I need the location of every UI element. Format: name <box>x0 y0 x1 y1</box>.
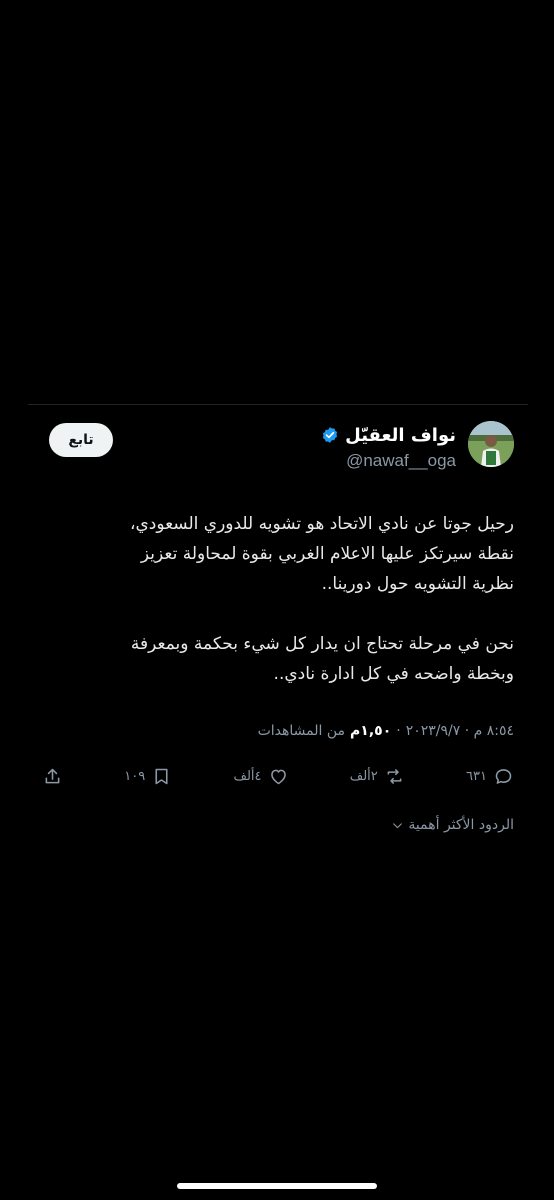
action-bar: ٦٣١ ٢ألف ٤ألف ١٠٩ <box>42 761 514 791</box>
tweet-line: نظرية التشويه حول دورينا.. <box>321 574 514 594</box>
views-label: من المشاهدات <box>257 723 346 739</box>
bookmark-button[interactable]: ١٠٩ <box>124 766 172 787</box>
reply-icon <box>495 768 512 784</box>
reply-count: ٦٣١ <box>466 768 487 784</box>
reply-button[interactable]: ٦٣١ <box>466 766 514 787</box>
avatar[interactable] <box>468 421 514 467</box>
tweet-line: نقطة سيرتكز عليها الاعلام الغربي بقوة لم… <box>140 544 514 564</box>
retweet-count: ٢ألف <box>349 768 378 784</box>
replies-sort-dropdown[interactable]: الردود الأكثر أهمية <box>391 817 514 833</box>
tweet-line: وبخطة واضحه في كل ادارة نادي.. <box>273 664 514 684</box>
like-count: ٤ألف <box>233 768 262 784</box>
author-name[interactable]: نواف العقيّل <box>345 425 456 446</box>
share-icon <box>45 768 60 783</box>
follow-button[interactable]: تابع <box>49 423 113 457</box>
tweet-card: نواف العقيّل @nawaf__oga تابع رحيل جوتا … <box>28 405 528 845</box>
views-count: ١,٥٠م <box>350 723 392 739</box>
author-name-row: نواف العقيّل <box>321 423 456 447</box>
retweet-icon <box>387 768 402 784</box>
replies-sort-label: الردود الأكثر أهمية <box>408 817 514 833</box>
bookmark-count: ١٠٩ <box>124 768 146 784</box>
chevron-down-icon <box>393 822 403 828</box>
author-handle[interactable]: @nawaf__oga <box>321 451 456 471</box>
home-indicator[interactable] <box>177 1183 377 1189</box>
share-button[interactable] <box>42 766 63 787</box>
tweet-line: نحن في مرحلة تحتاج ان يدار كل شيء بحكمة … <box>130 634 514 654</box>
tweet-text: رحيل جوتا عن نادي الاتحاد هو تشويه للدور… <box>34 509 514 689</box>
author-info[interactable]: نواف العقيّل @nawaf__oga <box>321 423 456 471</box>
avatar-image <box>468 421 514 467</box>
like-button[interactable]: ٤ألف <box>233 766 288 787</box>
tweet-datetime[interactable]: ٨:٥٤ م · ٢٠٢٣/٩/٧ <box>406 723 514 739</box>
meta-separator: · <box>396 723 401 739</box>
tweet-meta: ٨:٥٤ م · ٢٠٢٣/٩/٧ · ١,٥٠م من المشاهدات <box>258 723 514 739</box>
verified-badge-icon <box>321 426 339 444</box>
heart-icon <box>270 769 286 784</box>
tweet-line: رحيل جوتا عن نادي الاتحاد هو تشويه للدور… <box>129 514 514 534</box>
bookmark-icon <box>155 768 168 784</box>
retweet-button[interactable]: ٢ألف <box>350 766 405 787</box>
